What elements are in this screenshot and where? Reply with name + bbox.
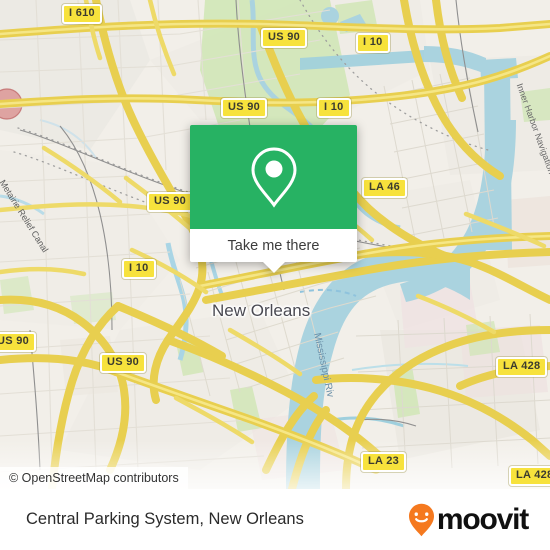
place-title: Central Parking System, New Orleans (26, 510, 304, 528)
road-shield-i10-b: I 10 (317, 98, 351, 118)
place-popup-card[interactable]: Take me there (190, 125, 357, 273)
road-shield-us90-d: US 90 (0, 332, 37, 352)
map-canvas[interactable]: I 610 US 90 I 10 US 90 I 10 LA 46 US 90 … (0, 0, 550, 489)
moovit-wordmark: moovit (436, 502, 529, 536)
page-footer: Central Parking System, New Orleans moov… (0, 489, 550, 550)
road-shield-us90-c: US 90 (147, 192, 194, 212)
road-shield-i10-a: I 10 (356, 33, 390, 53)
osm-attribution[interactable]: © OpenStreetMap contributors (0, 467, 188, 489)
road-shield-i610: I 610 (62, 4, 102, 24)
road-shield-us90-e: US 90 (100, 353, 147, 373)
screenshot-root: I 610 US 90 I 10 US 90 I 10 LA 46 US 90 … (0, 0, 550, 550)
road-shield-la23: LA 23 (361, 452, 407, 472)
road-shield-la428-a: LA 428 (496, 357, 548, 377)
take-me-there-button[interactable]: Take me there (190, 229, 357, 262)
osm-attribution-text: © OpenStreetMap contributors (9, 471, 179, 485)
road-shield-us90-a: US 90 (261, 28, 308, 48)
road-shield-i10-c: I 10 (122, 259, 156, 279)
popup-tail (262, 262, 285, 273)
road-shield-la46: LA 46 (362, 178, 408, 198)
road-shield-us90-b: US 90 (221, 98, 268, 118)
road-shield-la428-b: LA 428 (509, 466, 550, 486)
moovit-logo[interactable]: moovit (408, 502, 529, 537)
take-me-there-label: Take me there (227, 237, 320, 254)
location-pin-icon (250, 147, 297, 208)
moovit-pin-smiley-icon (408, 503, 434, 536)
popup-image-area (190, 125, 357, 229)
map-city-label: New Orleans (212, 301, 311, 320)
